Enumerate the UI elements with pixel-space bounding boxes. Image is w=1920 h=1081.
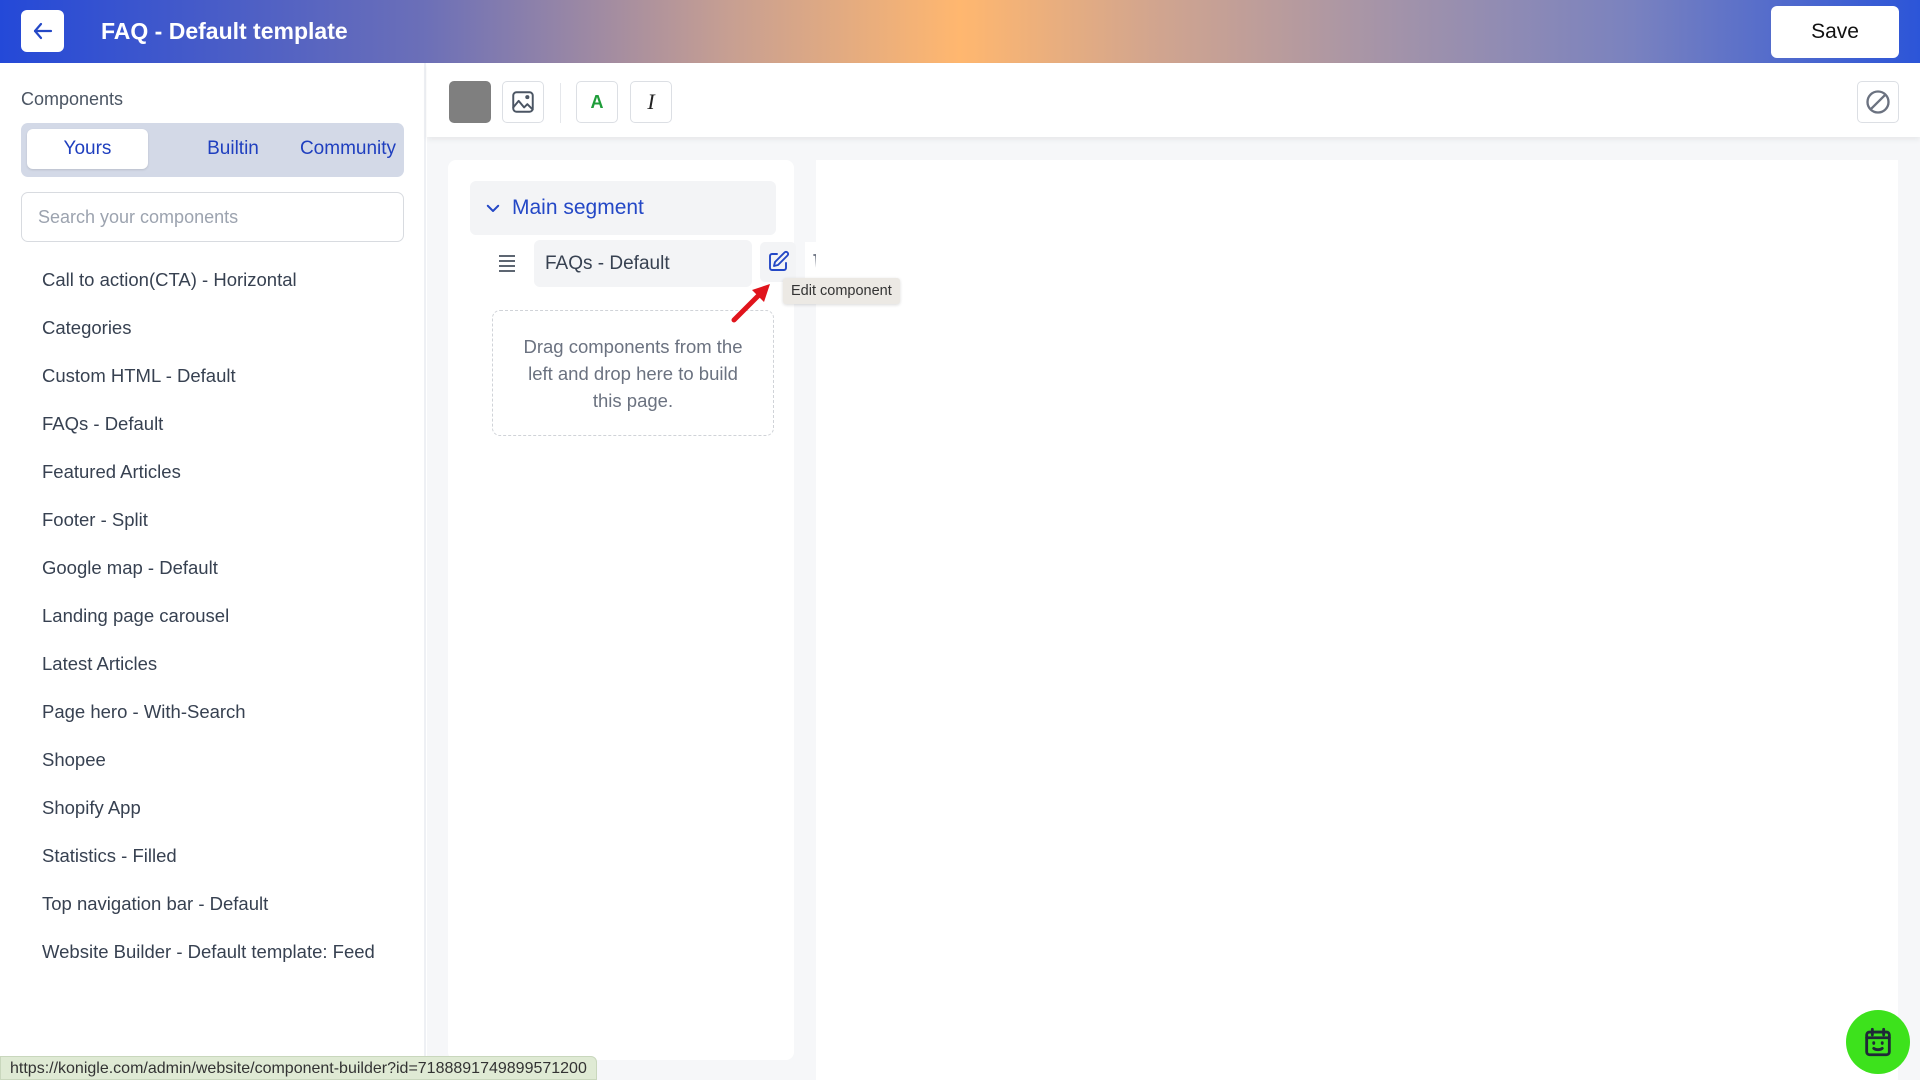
- component-list-item[interactable]: Custom HTML - Default: [42, 362, 375, 410]
- page-title: FAQ - Default template: [101, 18, 348, 44]
- tab-community[interactable]: Community: [283, 129, 413, 169]
- component-list-item[interactable]: Landing page carousel: [42, 602, 375, 650]
- component-list-item[interactable]: Latest Articles: [42, 650, 375, 698]
- drag-handle-icon[interactable]: [496, 252, 518, 274]
- back-button[interactable]: [21, 10, 64, 52]
- component-list-item[interactable]: FAQs - Default: [42, 410, 375, 458]
- background-image-button[interactable]: [502, 81, 544, 123]
- components-sidebar: Components Yours Builtin Community Call …: [0, 63, 426, 1080]
- component-list-item[interactable]: Statistics - Filled: [42, 842, 375, 890]
- app-header: FAQ - Default template Save: [0, 0, 1920, 63]
- edit-component-button[interactable]: [760, 242, 796, 282]
- tab-builtin[interactable]: Builtin: [171, 129, 295, 169]
- sidebar-heading: Components: [21, 89, 124, 109]
- segment-title: Main segment: [512, 196, 644, 219]
- search-components-input[interactable]: [21, 192, 404, 242]
- segment-component-item[interactable]: FAQs - Default: [534, 240, 752, 287]
- component-tabs: Yours Builtin Community: [21, 123, 404, 177]
- edit-icon: [769, 251, 789, 271]
- arrow-left-icon: [33, 22, 52, 40]
- italic-icon: I: [647, 89, 655, 114]
- bot-calendar-icon: [1865, 1027, 1891, 1057]
- segment-header[interactable]: Main segment: [470, 181, 776, 235]
- component-list-item[interactable]: Google map - Default: [42, 554, 375, 602]
- component-list-item[interactable]: Featured Articles: [42, 458, 375, 506]
- component-list-item[interactable]: Call to action(CTA) - Horizontal: [42, 266, 375, 314]
- component-list-item[interactable]: Shopee: [42, 746, 375, 794]
- italic-button[interactable]: I: [630, 81, 672, 123]
- background-color-button[interactable]: [449, 81, 491, 123]
- drop-zone-text: Drag components from the left and drop h…: [523, 335, 743, 411]
- text-color-button[interactable]: A: [576, 81, 618, 123]
- annotation-arrow-icon: [731, 284, 770, 323]
- component-list-item[interactable]: Categories: [42, 314, 375, 362]
- component-list-item[interactable]: Shopify App: [42, 794, 375, 842]
- component-list-item[interactable]: Footer - Split: [42, 506, 375, 554]
- save-button[interactable]: Save: [1771, 6, 1899, 58]
- chevron-down-icon: [486, 204, 500, 212]
- builder-canvas: Main segment FAQs - Default Edit compone…: [427, 137, 1920, 1080]
- drop-zone[interactable]: Drag components from the left and drop h…: [492, 310, 774, 436]
- toolbar-divider: [560, 83, 561, 123]
- helper-bot-button[interactable]: [1846, 1010, 1910, 1074]
- component-list: Call to action(CTA) - Horizontal Categor…: [42, 266, 375, 986]
- image-icon: [512, 91, 534, 113]
- component-list-item[interactable]: Page hero - With-Search: [42, 698, 375, 746]
- ban-icon: [1866, 90, 1890, 114]
- text-color-icon: A: [590, 91, 604, 112]
- page-preview: [816, 160, 1898, 1080]
- disable-button[interactable]: [1857, 81, 1899, 123]
- segment-tree-panel: Main segment FAQs - Default Edit compone…: [448, 160, 900, 1060]
- component-list-item[interactable]: Top navigation bar - Default: [42, 890, 375, 938]
- component-list-item[interactable]: Website Builder - Default template: Feed: [42, 938, 375, 986]
- link-status-bar: https://konigle.com/admin/website/compon…: [0, 1056, 597, 1080]
- tab-yours[interactable]: Yours: [27, 129, 148, 169]
- edit-component-tooltip: Edit component: [783, 278, 900, 304]
- editor-toolbar: A I: [427, 63, 1920, 137]
